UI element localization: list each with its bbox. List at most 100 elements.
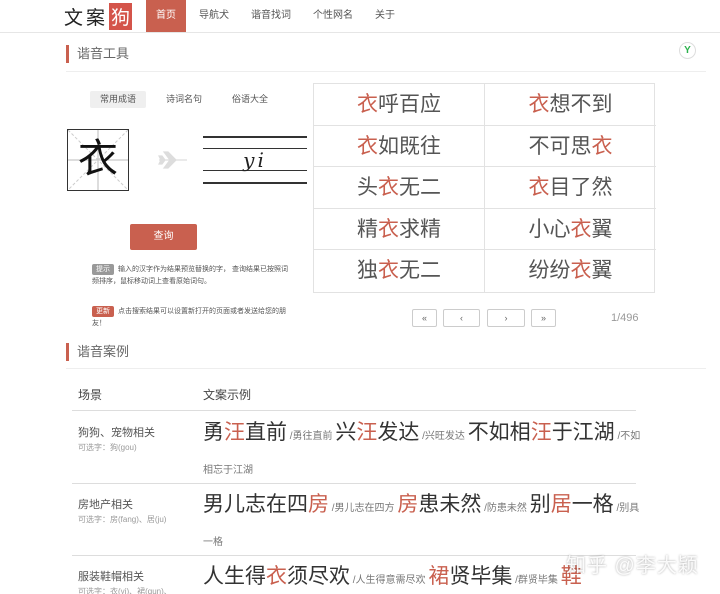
case-text: 男儿志在四	[203, 493, 308, 516]
case-scene-title: 房地产相关	[78, 499, 133, 511]
share-icon[interactable]: Y	[679, 42, 696, 59]
tab-common-idioms[interactable]: 常用成语	[90, 91, 147, 108]
idiom-highlight-char: 衣	[570, 217, 592, 241]
idiom-text: 想不到	[549, 93, 613, 116]
logo-text: 文案	[64, 6, 109, 29]
tool-section-title: 谐音工具	[66, 45, 129, 63]
first-page-button[interactable]: «	[412, 309, 437, 327]
next-page-button[interactable]: ›	[487, 309, 525, 327]
update-note: 更新 点击搜索结果可以设置新打开的页面或者发送给您的朋友！	[92, 306, 292, 330]
case-text: 于江湖	[551, 421, 615, 444]
idiom-text: 无二	[399, 259, 441, 283]
pinyin-display: yi	[203, 136, 307, 186]
case-original-phrase: /群贤毕集	[512, 575, 561, 586]
idiom-cell[interactable]: 衣想不到	[485, 84, 656, 126]
section-divider	[66, 71, 706, 72]
idiom-cell[interactable]: 纷纷衣翼	[485, 250, 656, 292]
idiom-text: 头	[357, 176, 378, 200]
character-input-box[interactable]: 衣	[67, 129, 129, 191]
table-row-divider	[72, 555, 636, 556]
case-scene-chars: 可选字：房(fang)、居(ju)	[78, 515, 167, 524]
case-scene-chars: 可选字：衣(yi)、裙(qun)、	[78, 587, 172, 594]
case-scene: 狗狗、宠物相关 可选字：狗(gou)	[78, 424, 155, 453]
idiom-text: 目了然	[549, 176, 613, 200]
idiom-text: 小心	[528, 217, 571, 241]
case-highlight-char: 汪	[530, 421, 552, 444]
idiom-highlight-char: 衣	[357, 93, 378, 116]
idiom-cell[interactable]: 精衣求精	[314, 208, 485, 251]
section-divider	[66, 368, 706, 369]
pinyin-line	[203, 182, 307, 184]
column-header-scene: 场景	[78, 388, 103, 402]
case-scene-title: 狗狗、宠物相关	[78, 427, 155, 439]
case-text: 别	[529, 493, 551, 516]
idiom-highlight-char: 衣	[528, 176, 550, 200]
query-button[interactable]: 查询	[130, 224, 197, 250]
tool-tabs: 常用成语 诗词名句 俗语大全	[90, 91, 288, 108]
case-text: 患未然	[418, 493, 482, 516]
idiom-highlight-char: 衣	[570, 259, 592, 283]
nav-about[interactable]: 关于	[366, 0, 404, 32]
case-text: 须尽欢	[287, 565, 350, 588]
nav-nicknames[interactable]: 个性网名	[304, 0, 362, 32]
idiom-cell[interactable]: 衣目了然	[485, 167, 656, 209]
idiom-highlight-char: 衣	[591, 134, 613, 158]
idiom-highlight-char: 衣	[378, 176, 399, 200]
nav-homophone-search[interactable]: 谐音找词	[242, 0, 300, 32]
case-scene-chars: 可选字：狗(gou)	[78, 443, 137, 452]
idiom-text: 求精	[399, 217, 441, 241]
last-page-button[interactable]: »	[531, 309, 556, 327]
top-bar: 文案狗 首页 导航犬 谐音找词 个性网名 关于	[0, 0, 720, 33]
case-example[interactable]: 男儿志在四房 /男儿志在四方 房患未然 /防患未然 别居一格 /别具一格	[203, 490, 643, 558]
idiom-text: 精	[357, 217, 378, 241]
idiom-text: 纷纷	[528, 259, 571, 283]
idiom-cell[interactable]: 不可思衣	[485, 126, 656, 168]
case-highlight-char: 房	[308, 493, 329, 516]
tip-tag: 提示	[92, 264, 114, 275]
idiom-cell[interactable]: 衣呼百应	[314, 84, 485, 126]
idiom-cell[interactable]: 小心衣翼	[485, 209, 656, 251]
nav-home[interactable]: 首页	[146, 0, 186, 32]
update-tag: 更新	[92, 306, 114, 317]
tab-proverbs[interactable]: 俗语大全	[222, 91, 278, 108]
idiom-text: 独	[357, 259, 378, 283]
case-text: 发达	[377, 421, 420, 444]
idiom-cell[interactable]: 头衣无二	[314, 167, 485, 209]
idiom-highlight-char: 衣	[378, 217, 399, 241]
tab-poetry[interactable]: 诗词名句	[156, 91, 212, 108]
pinyin-text: yi	[243, 148, 267, 172]
case-highlight-char: 房	[397, 493, 419, 516]
case-text: 不如相	[467, 421, 531, 444]
input-character: 衣	[78, 136, 118, 182]
nav-navigator[interactable]: 导航犬	[190, 0, 238, 32]
case-highlight-char: 汪	[224, 421, 245, 444]
table-header-line	[72, 410, 636, 411]
logo-boxed-char: 狗	[109, 2, 133, 30]
idiom-text: 翼	[591, 259, 613, 283]
idiom-text: 如既往	[378, 134, 441, 158]
case-text: 直前	[245, 421, 287, 444]
case-scene-title: 服装鞋帽相关	[78, 571, 144, 583]
case-text: 人生得	[203, 565, 266, 588]
case-text: 一格	[571, 493, 614, 516]
case-original-phrase: /人生得意需尽欢	[350, 575, 429, 586]
idiom-results-grid: 衣呼百应 衣想不到 衣如既往 不可思衣 头衣无二 衣目了然 精衣求精 小心衣翼 独衣无二 纷纷衣翼	[313, 83, 656, 293]
idiom-text: 不可思	[528, 134, 592, 158]
case-highlight-char: 衣	[266, 565, 287, 588]
idiom-cell[interactable]: 独衣无二	[314, 250, 485, 292]
case-example[interactable]: 勇汪直前 /勇往直前 兴汪发达 /兴旺发达 不如相汪于江湖 /不如相忘于江湖	[203, 418, 643, 486]
case-original-phrase: /勇往直前	[287, 431, 336, 442]
idiom-highlight-char: 衣	[528, 93, 550, 116]
prev-page-button[interactable]: ‹	[443, 309, 480, 327]
idiom-highlight-char: 衣	[378, 259, 399, 283]
pinyin-line	[203, 136, 307, 138]
idiom-highlight-char: 衣	[357, 134, 378, 158]
case-original-phrase: /防患未然	[481, 503, 530, 514]
site-logo[interactable]: 文案狗	[64, 2, 133, 30]
case-text: 勇	[203, 421, 224, 444]
case-original-phrase: /男儿志在四方	[329, 503, 398, 514]
case-highlight-char: 汪	[356, 421, 378, 444]
case-text: 兴	[335, 421, 357, 444]
idiom-cell[interactable]: 衣如既往	[314, 125, 485, 168]
column-header-example: 文案示例	[203, 388, 252, 402]
